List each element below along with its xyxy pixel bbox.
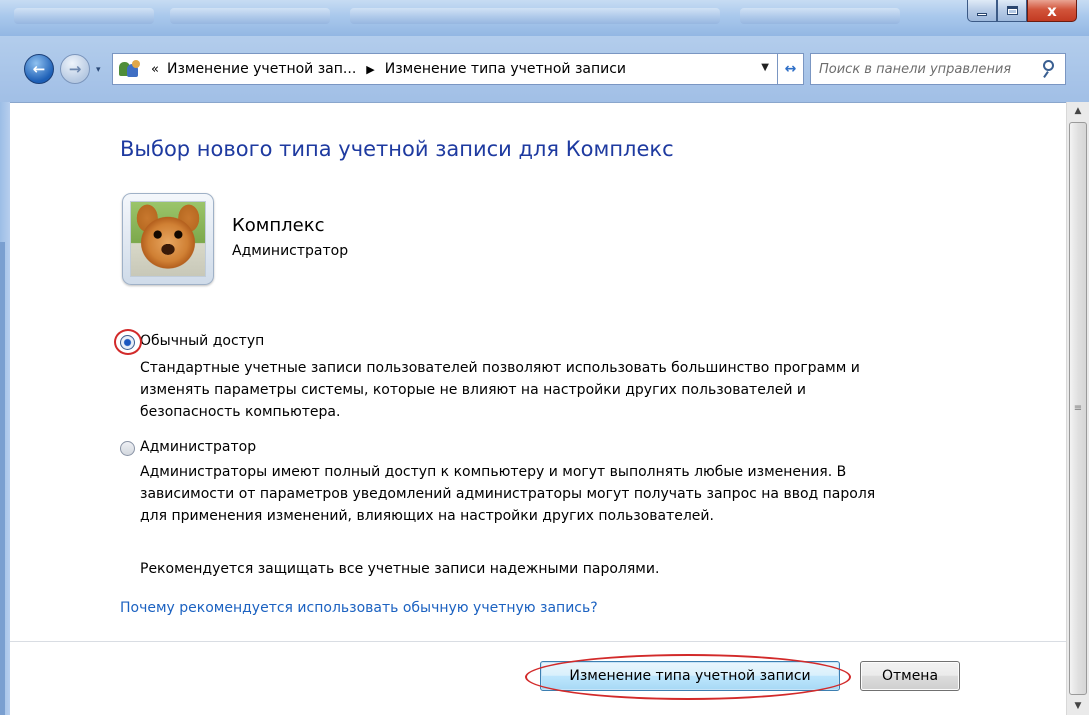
user-picture [130,201,206,277]
user-role: Администратор [232,243,349,259]
vertical-scrollbar[interactable]: ▲ ≡ ▼ [1066,102,1089,715]
cancel-button[interactable]: Отмена [860,661,960,691]
blurred-toolbar [170,8,330,24]
scroll-up-icon[interactable]: ▲ [1067,102,1089,120]
maximize-button[interactable] [997,0,1027,22]
close-icon: x [1047,1,1057,20]
description-line: безопасность компьютера. [140,404,341,420]
minimize-button[interactable] [967,0,997,22]
password-recommendation: Рекомендуется защищать все учетные запис… [140,561,660,577]
highlight-annotation [114,329,142,355]
navigation-bar: ← → ▾ « Изменение учетной зап... ▶ Измен… [0,36,1089,102]
user-name: Комплекс [232,215,325,236]
description-line: для применения изменений, влияющих на на… [140,508,714,524]
description-line: Стандартные учетные записи пользователей… [140,360,860,376]
standard-description: Стандартные учетные записи пользователей… [140,357,1000,423]
description-line: изменять параметры системы, которые не в… [140,382,807,398]
search-input[interactable] [811,55,1039,83]
forward-button[interactable]: → [60,54,90,84]
grip-icon: ≡ [1073,403,1083,414]
description-line: зависимости от параметров уведомлений ад… [140,486,876,502]
refresh-icon: ↔ [784,61,797,77]
minimize-icon [977,13,987,16]
footer-divider [10,641,1066,642]
scroll-down-icon[interactable]: ▼ [1067,697,1089,715]
window-controls: x [967,0,1077,26]
highlight-annotation [525,654,851,700]
administrator-radio[interactable] [120,441,135,456]
breadcrumb-item[interactable]: Изменение учетной зап... [167,61,356,77]
blurred-toolbar [14,8,154,24]
user-accounts-icon [119,60,141,78]
search-box [810,53,1066,85]
window-frame-left [0,102,10,715]
standard-label[interactable]: Обычный доступ [140,333,264,349]
breadcrumb-current[interactable]: Изменение типа учетной записи [385,61,626,77]
avatar [122,193,214,285]
search-icon[interactable] [1039,58,1061,80]
maximize-icon [1006,6,1018,15]
forward-arrow-icon: → [68,60,82,78]
recent-pages-dropdown[interactable]: ▾ [96,65,101,75]
address-bar[interactable]: « Изменение учетной зап... ▶ Изменение т… [112,53,778,85]
title-bar: x [0,0,1089,36]
blurred-title [350,8,720,24]
breadcrumb-separator-icon[interactable]: ▶ [366,63,374,76]
main-content: Выбор нового типа учетной записи для Ком… [10,102,1066,715]
close-button[interactable]: x [1027,0,1077,22]
description-line: Администраторы имеют полный доступ к ком… [140,464,847,480]
page-title: Выбор нового типа учетной записи для Ком… [120,137,674,161]
breadcrumb-overflow[interactable]: « [151,62,159,77]
address-dropdown-icon[interactable]: ▼ [761,62,769,73]
scroll-thumb[interactable]: ≡ [1069,122,1087,695]
why-standard-link[interactable]: Почему рекомендуется использовать обычну… [120,600,598,616]
refresh-button[interactable]: ↔ [778,53,804,85]
back-button[interactable]: ← [24,54,54,84]
administrator-label[interactable]: Администратор [140,439,256,455]
administrator-description: Администраторы имеют полный доступ к ком… [140,461,1000,527]
back-arrow-icon: ← [32,60,46,78]
blurred-toolbar [740,8,900,24]
